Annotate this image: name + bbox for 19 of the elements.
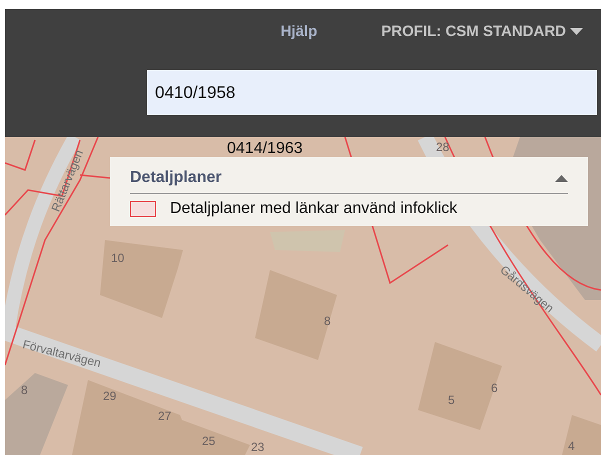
house-number-label: 8 bbox=[21, 384, 28, 396]
house-number-label: 27 bbox=[158, 410, 172, 422]
house-number-label: 8 bbox=[324, 315, 331, 327]
caret-down-icon bbox=[570, 28, 583, 35]
plan-number-label: 0414/1963 bbox=[227, 141, 303, 157]
profile-menu[interactable]: PROFIL: CSM STANDARD bbox=[381, 23, 583, 40]
house-number-label: 25 bbox=[202, 435, 216, 447]
house-number-label: 23 bbox=[251, 441, 264, 453]
legend-item-label: Detaljplaner med länkar använd infoklick bbox=[170, 200, 458, 218]
search-field[interactable]: 0410/1958 bbox=[147, 70, 597, 115]
house-number-label: 28 bbox=[436, 141, 450, 153]
help-link[interactable]: Hjälp bbox=[280, 23, 318, 40]
house-number-label: 29 bbox=[103, 390, 116, 402]
house-number-label: 4 bbox=[568, 440, 575, 452]
house-number-label: 10 bbox=[111, 252, 124, 264]
collapse-caret-icon[interactable] bbox=[555, 174, 568, 182]
house-number-label: 5 bbox=[448, 394, 455, 406]
house-number-label: 6 bbox=[491, 382, 498, 394]
legend-title: Detaljplaner bbox=[130, 169, 222, 187]
